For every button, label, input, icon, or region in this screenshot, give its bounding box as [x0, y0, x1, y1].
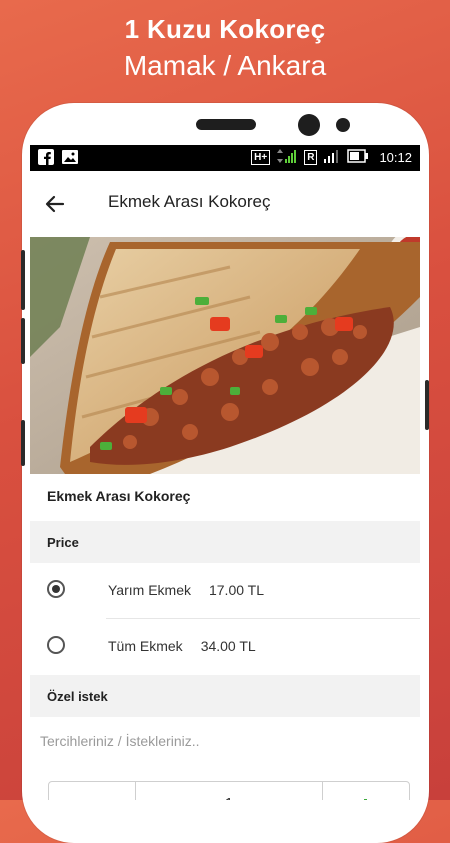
quantity-stepper: 1: [48, 781, 410, 800]
phone-speaker: [196, 119, 256, 130]
price-group-title: Price: [47, 535, 79, 550]
hplus-signal-icon: [276, 148, 298, 167]
battery-icon: [347, 149, 369, 166]
phone-side-button: [21, 318, 25, 364]
notes-group-header: Özel istek: [30, 675, 420, 717]
price-group-header: Price: [30, 521, 420, 563]
decrease-quantity-button[interactable]: [49, 782, 136, 800]
app-toolbar: Ekmek Arası Kokoreç: [30, 171, 420, 237]
page-title: Ekmek Arası Kokoreç: [108, 192, 271, 211]
promo-title: 1 Kuzu Kokoreç: [124, 14, 326, 44]
increase-quantity-button[interactable]: [322, 782, 409, 800]
quantity-value: 1: [135, 796, 323, 800]
option-price: 17.00 TL: [208, 582, 264, 598]
promo-subtitle: Mamak / Ankara: [123, 50, 327, 81]
option-label: Yarım Ekmek: [108, 582, 191, 598]
phone-camera: [298, 114, 320, 136]
app-screen: H+ R 10:12 Ekmek Arası Kokoreç Ekmek Ara…: [30, 145, 420, 800]
radio-button-checked[interactable]: [47, 580, 65, 598]
price-option-half[interactable]: Yarım Ekmek 17.00 TL: [30, 563, 420, 619]
image-icon: [62, 149, 78, 165]
special-request-input[interactable]: [30, 717, 420, 765]
status-time: 10:12: [379, 150, 412, 165]
option-price: 34.00 TL: [200, 638, 256, 654]
option-text: Tüm Ekmek 34.00 TL: [108, 638, 256, 654]
network-type-badge: H+: [251, 150, 271, 165]
radio-button-unchecked[interactable]: [47, 636, 65, 654]
arrow-left-icon[interactable]: [42, 191, 68, 217]
r-signal-icon: [323, 148, 341, 167]
notes-group-title: Özel istek: [47, 689, 108, 704]
phone-sensor: [336, 118, 350, 132]
product-name: Ekmek Arası Kokoreç: [47, 488, 191, 504]
facebook-icon: [38, 149, 54, 165]
phone-side-button: [425, 380, 429, 430]
option-label: Tüm Ekmek: [108, 638, 183, 654]
option-text: Yarım Ekmek 17.00 TL: [108, 582, 264, 598]
status-bar: H+ R 10:12: [30, 145, 420, 171]
product-image: [30, 237, 420, 474]
price-option-full[interactable]: Tüm Ekmek 34.00 TL: [30, 619, 420, 675]
phone-side-button: [21, 420, 25, 466]
roaming-badge: R: [304, 150, 318, 165]
phone-side-button: [21, 250, 25, 310]
